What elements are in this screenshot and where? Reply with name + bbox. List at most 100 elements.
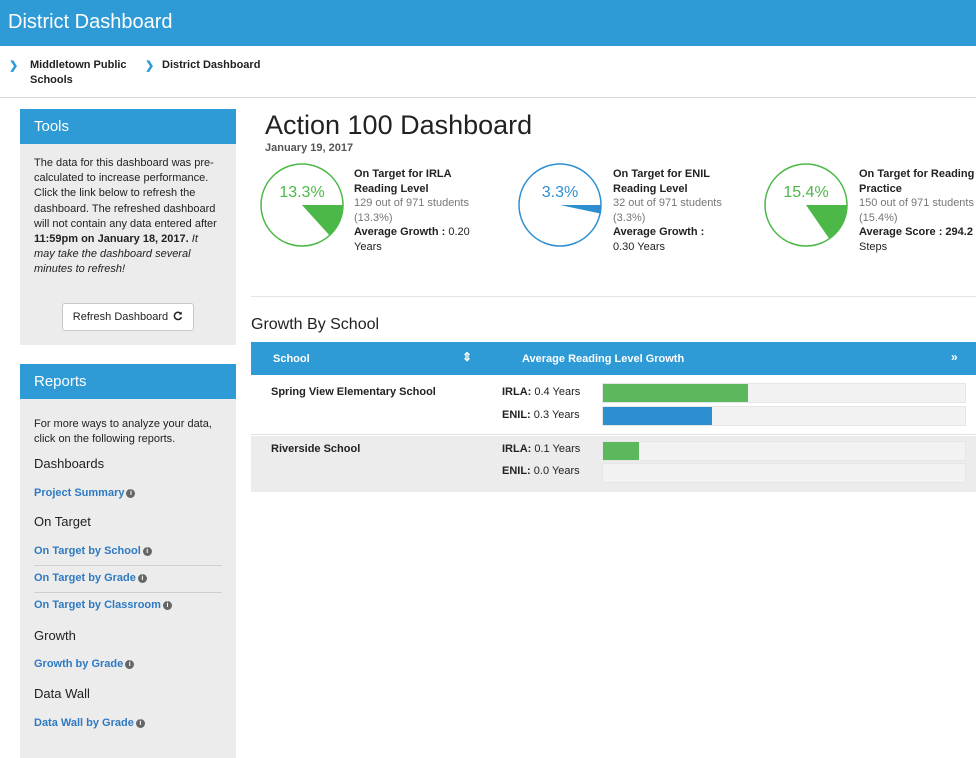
section-title: Growth By School (251, 316, 380, 333)
stat-title: Reading Level (354, 182, 429, 195)
stat-irla: On Target for IRLA Reading Level 129 out… (354, 167, 470, 255)
bar-label: ENIL: 0.0 Years (502, 465, 580, 477)
report-link-label: Growth by Grade (34, 658, 124, 670)
app-title-bar: District Dashboard (0, 0, 976, 46)
info-icon[interactable]: i (142, 547, 152, 556)
report-link-growth-by-grade[interactable]: Growth by Grade i (34, 658, 135, 670)
report-link-label: Project Summary (34, 487, 125, 499)
gauge-irla: 13.3% (259, 162, 345, 248)
gauge-percent: 13.3% (279, 184, 325, 201)
sort-icon[interactable]: ⇕ (462, 350, 472, 364)
report-link-label: On Target by Classroom (34, 599, 161, 611)
page-date: January 19, 2017 (265, 142, 354, 154)
tools-text: The data for this dashboard was pre- (34, 157, 214, 169)
breadcrumb-item-district[interactable]: Middletown Public Schools (30, 58, 127, 88)
tools-cutoff-date: 11:59pm on January 18, 2017. (34, 233, 189, 246)
stat-metric-unit: Steps (859, 240, 888, 253)
stat-detail: (13.3%) (354, 211, 393, 224)
school-name: Riverside School (271, 443, 361, 455)
stat-metric-label: Average Growth : (613, 226, 705, 239)
report-link-data-wall-by-grade[interactable]: Data Wall by Grade i (34, 717, 145, 729)
double-chevron-down-icon[interactable]: » (951, 350, 958, 364)
stat-title: On Target for Reading (859, 168, 975, 180)
growth-bar-enil (603, 407, 712, 425)
page-title: Action 100 Dashboard (265, 110, 533, 140)
stat-detail: 32 out of 971 students (613, 197, 722, 210)
bar-label-value: 0.0 Years (530, 465, 580, 477)
breadcrumb-item-dashboard[interactable]: District Dashboard (162, 58, 260, 73)
tools-note: may take the dashboard several (34, 248, 191, 261)
tools-description: The data for this dashboard was pre- cal… (20, 144, 236, 278)
divider (34, 565, 222, 566)
gauge-enil: 3.3% (517, 162, 603, 248)
reports-panel-title: Reports (20, 364, 236, 399)
report-link-label: Data Wall by Grade (34, 717, 134, 729)
growth-bar-track (602, 383, 966, 403)
info-icon[interactable]: i (125, 660, 135, 669)
info-icon[interactable]: i (135, 719, 145, 728)
stat-title: On Target for ENIL (613, 168, 710, 180)
growth-bar-track (602, 406, 966, 426)
chevron-right-icon: ❯ (9, 60, 19, 72)
stat-metric-unit: Years (354, 240, 382, 253)
bar-label-key: IRLA: (502, 386, 532, 398)
report-group-dashboards: Dashboards (34, 456, 105, 471)
report-link-on-target-by-classroom[interactable]: On Target by Classroom i (34, 599, 172, 611)
info-icon[interactable]: i (126, 489, 136, 498)
tools-text: calculated to increase performance. (34, 172, 209, 185)
refresh-dashboard-button[interactable]: Refresh Dashboard (62, 303, 194, 331)
gauge-percent: 3.3% (541, 184, 579, 201)
tools-panel: Tools The data for this dashboard was pr… (20, 109, 236, 345)
column-header-growth[interactable]: Average Reading Level Growth (522, 353, 684, 365)
bar-label-value: 0.1 Years (531, 443, 581, 455)
bar-label: ENIL: 0.3 Years (502, 409, 580, 421)
bar-label-key: ENIL: (502, 409, 531, 421)
growth-table-header: School ⇕ Average Reading Level Growth » (251, 342, 976, 375)
table-row: Spring View Elementary School IRLA: 0.4 … (251, 375, 976, 435)
divider (251, 296, 976, 297)
tools-panel-title: Tools (20, 109, 236, 144)
chevron-right-icon: ❯ (145, 60, 155, 72)
stat-detail: (3.3%) (613, 211, 646, 224)
tools-note: It (188, 233, 198, 246)
report-link-project-summary[interactable]: Project Summary i (34, 487, 136, 499)
reports-panel: Reports For more ways to analyze your da… (20, 364, 236, 758)
report-link-label: On Target by Grade (34, 572, 136, 584)
reports-intro: For more ways to analyze your data, clic… (20, 399, 236, 447)
tools-text: will not contain any data entered after (34, 217, 217, 230)
breadcrumb-item-label: District Dashboard (162, 59, 261, 71)
stat-detail: 129 out of 971 students (354, 197, 469, 210)
tools-note: minutes to refresh! (34, 263, 126, 276)
report-group-growth: Growth (34, 628, 76, 643)
refresh-icon (173, 311, 183, 321)
stat-detail: 150 out of 971 students (859, 197, 974, 210)
tools-text: Click the link below to refresh the (34, 187, 196, 200)
tools-title: Tools (34, 118, 70, 135)
school-name: Spring View Elementary School (271, 386, 436, 398)
info-icon[interactable]: i (162, 601, 172, 610)
stat-title: Practice (859, 182, 902, 195)
report-link-on-target-by-grade[interactable]: On Target by Grade i (34, 572, 147, 584)
breadcrumb-item-label: Schools (30, 74, 73, 86)
breadcrumb: ❯ Middletown Public Schools ❯ District D… (0, 56, 976, 98)
stat-metric-value: 294.2 (942, 226, 973, 239)
info-icon[interactable]: i (137, 574, 147, 583)
growth-bar-irla (603, 442, 640, 460)
stat-title: On Target for IRLA (354, 168, 452, 180)
stat-reading-practice: On Target for Reading Practice 150 out o… (859, 167, 976, 255)
gauge-percent: 15.4% (783, 184, 829, 201)
refresh-button-label: Refresh Dashboard (72, 311, 169, 323)
tools-text: dashboard. The refreshed dashboard (34, 202, 216, 215)
bar-label-key: IRLA: (502, 443, 532, 455)
breadcrumb-item-label: Middletown Public (30, 59, 127, 71)
reports-title: Reports (34, 373, 87, 390)
stat-detail: (15.4%) (859, 211, 898, 224)
stat-title: Reading Level (613, 182, 688, 195)
gauge-reading-practice: 15.4% (763, 162, 849, 248)
bar-label-key: ENIL: (502, 465, 531, 477)
column-header-school[interactable]: School (273, 353, 310, 365)
report-link-on-target-by-school[interactable]: On Target by School i (34, 545, 152, 557)
report-link-label: On Target by School (34, 545, 141, 557)
growth-bar-track (602, 463, 966, 483)
bar-label-value: 0.4 Years (531, 386, 581, 398)
